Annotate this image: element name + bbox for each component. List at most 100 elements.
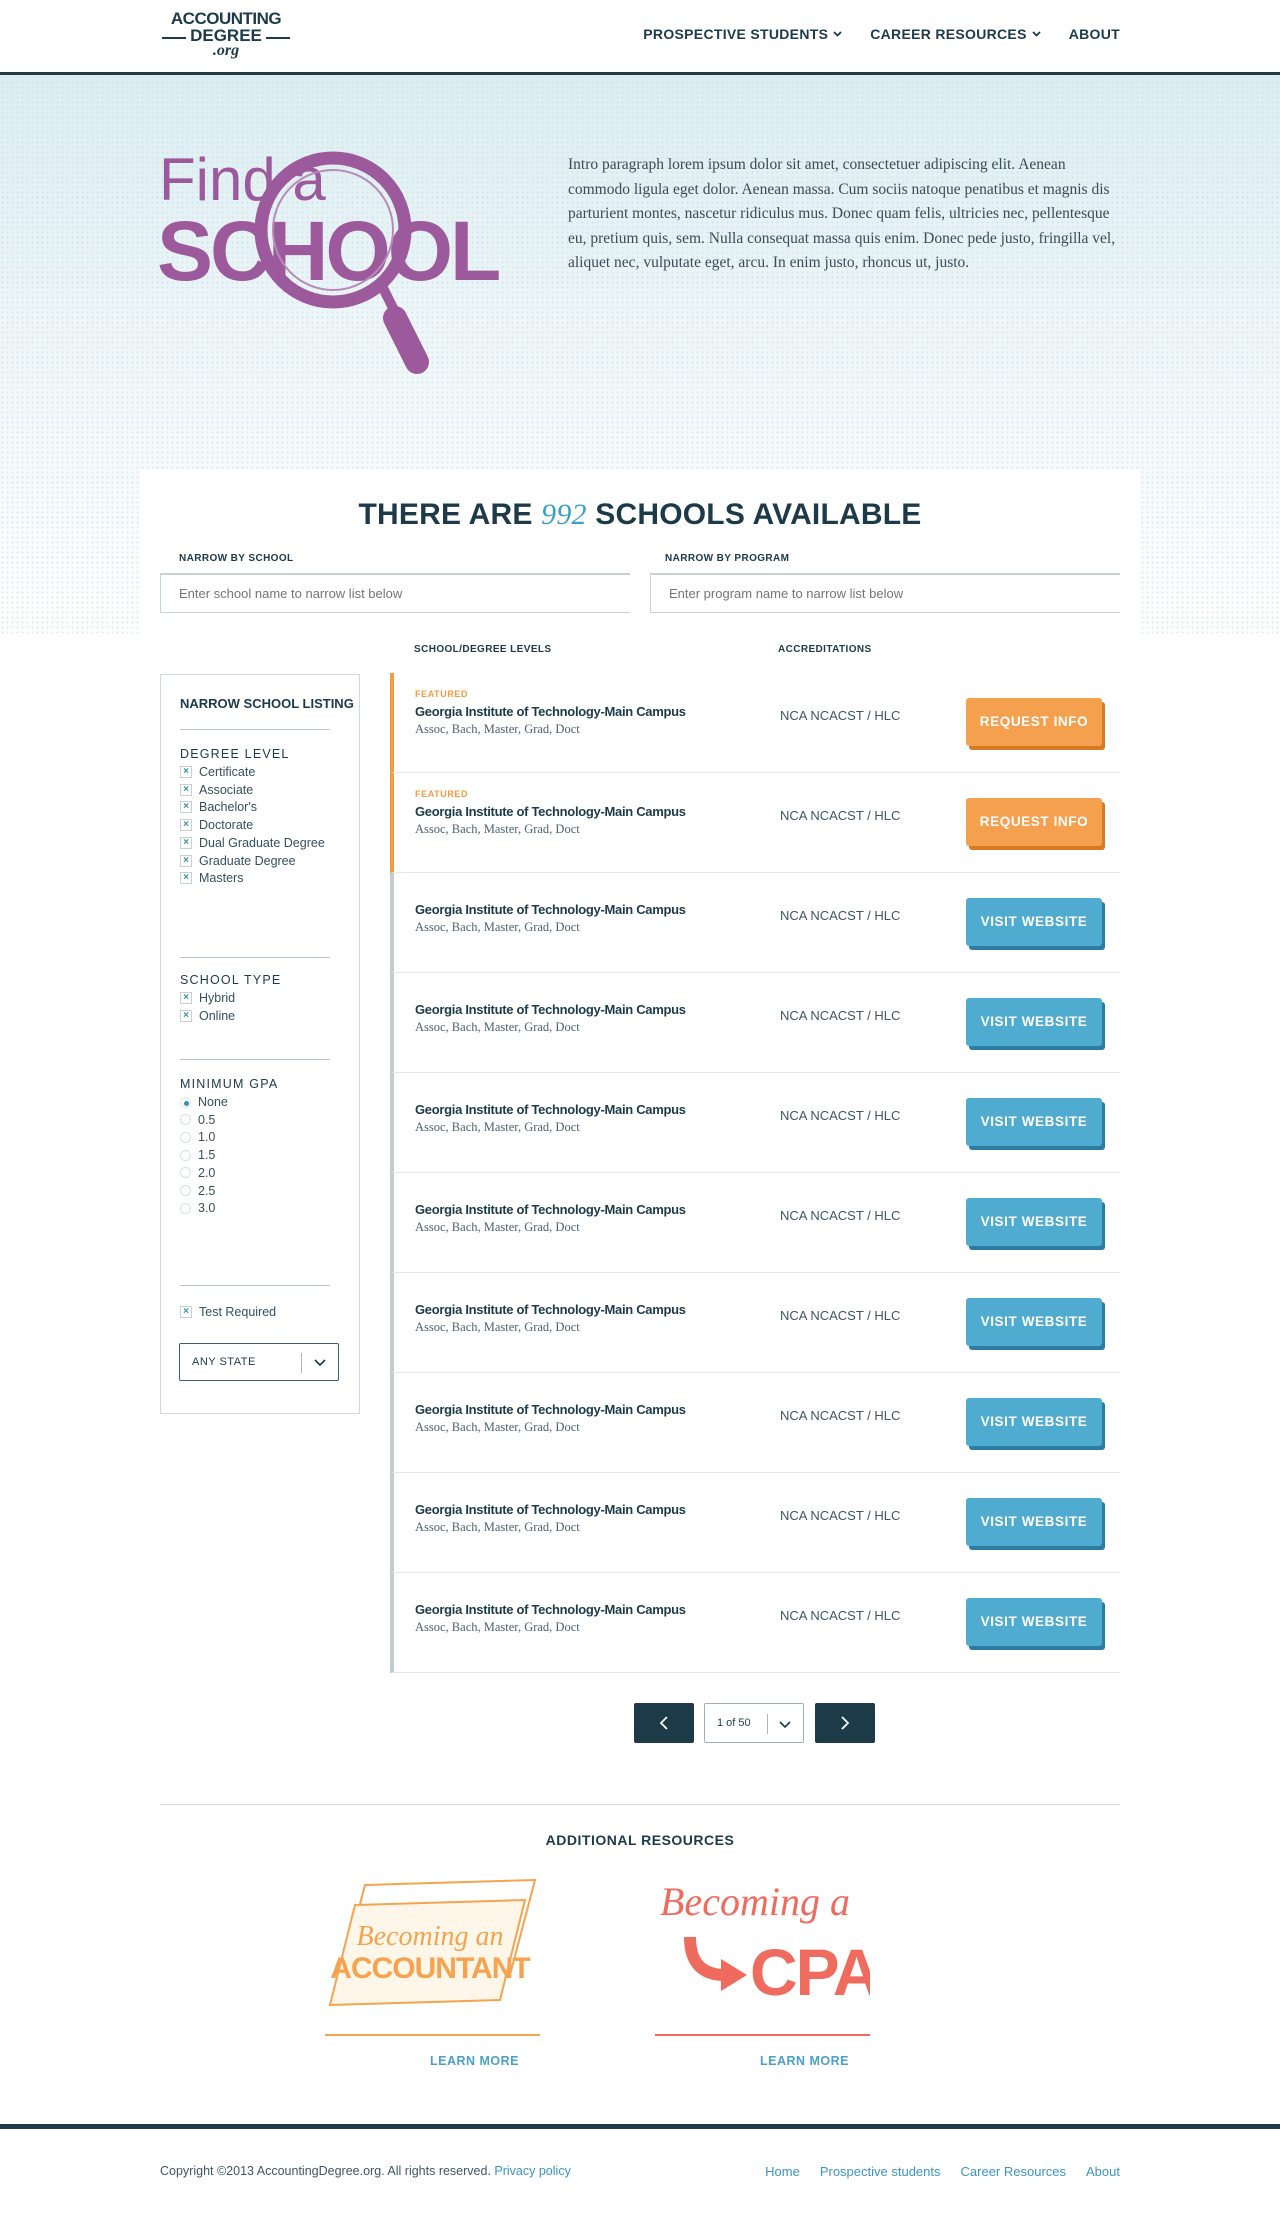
footer-link-career-resources[interactable]: Career Resources [961,2164,1067,2179]
gpa-radio[interactable]: 2.5 [180,1184,215,1198]
checkbox-check-icon: × [180,1306,192,1318]
radio-indicator [180,1185,191,1196]
filter-checkbox[interactable]: × Hybrid [180,991,235,1005]
divider [180,1285,330,1286]
footer-link-about[interactable]: About [1086,2164,1120,2179]
request-info-button[interactable]: REQUEST INFO [966,798,1102,846]
degree-levels: Assoc, Bach, Master, Grad, Doct [415,1520,580,1534]
filter-checkbox[interactable]: × Graduate Degree [180,854,296,868]
school-name[interactable]: Georgia Institute of Technology-Main Cam… [415,704,686,719]
school-name[interactable]: Georgia Institute of Technology-Main Cam… [415,1502,686,1517]
gpa-radio[interactable]: 3.0 [180,1201,215,1215]
checkbox-check-icon: × [180,854,192,867]
option-label: 2.0 [198,1165,216,1180]
option-label: None [198,1095,228,1109]
prev-page-button[interactable] [634,1703,694,1743]
narrow-school-input[interactable] [160,573,630,613]
radio-indicator [180,1096,191,1108]
gpa-radio[interactable]: 1.0 [180,1130,215,1144]
state-select[interactable]: ANY STATE [179,1343,339,1381]
minimum-gpa-heading: MINIMUM GPA [180,1077,279,1091]
footer-link-prospective-students[interactable]: Prospective students [820,2164,941,2179]
visit-website-button[interactable]: VISIT WEBSITE [966,998,1102,1046]
next-page-button[interactable] [815,1703,875,1743]
filter-sidebar: NARROW SCHOOL LISTING DEGREE LEVEL × Cert… [160,674,360,1414]
schools-count-title: THERE ARE 992 SCHOOLS AVAILABLE [140,498,1140,532]
filter-checkbox[interactable]: × Masters [180,871,243,885]
checkbox-check-icon: × [180,801,192,814]
option-label: Bachelor's [199,800,257,815]
visit-website-button[interactable]: VISIT WEBSITE [966,1198,1102,1246]
school-row: Georgia Institute of Technology-Main Cam… [390,1173,1120,1273]
becoming-accountant-graphic[interactable]: Becoming an ACCOUNTANT [325,1875,540,2045]
copyright-text: Copyright ©2013 AccountingDegree.org. Al… [160,2164,491,2178]
arrow-head [721,1959,747,1991]
visit-website-button[interactable]: VISIT WEBSITE [966,1598,1102,1646]
school-row: Georgia Institute of Technology-Main Cam… [390,1073,1120,1173]
nav-prospective-students[interactable]: PROSPECTIVE STUDENTS [643,26,842,42]
gpa-radio[interactable]: None [180,1095,228,1109]
school-name[interactable]: Georgia Institute of Technology-Main Cam… [415,1302,686,1317]
card-line2: ACCOUNTANT [330,1952,530,1985]
filter-checkbox[interactable]: × Bachelor's [180,800,257,814]
filter-checkbox[interactable]: × Online [180,1009,235,1023]
becoming-cpa-graphic[interactable]: Becoming a CPA [655,1875,870,2045]
hero-title-line2: SCHOOL [157,204,499,298]
col-accreditations-header: ACCREDITATIONS [778,644,872,655]
option-label: 3.0 [198,1201,216,1216]
learn-more-link-cpa[interactable]: LEARN MORE [697,2054,912,2068]
nav-about[interactable]: ABOUT [1069,26,1120,42]
accreditation: NCA NCACST / HLC [780,1408,901,1423]
school-type-heading: SCHOOL TYPE [180,973,282,987]
visit-website-button[interactable]: VISIT WEBSITE [966,1098,1102,1146]
accreditation: NCA NCACST / HLC [780,1608,901,1623]
request-info-button[interactable]: REQUEST INFO [966,698,1102,746]
divider [180,957,330,958]
degree-levels: Assoc, Bach, Master, Grad, Doct [415,1320,580,1334]
nav-label: ABOUT [1068,26,1120,42]
find-a-school-illustration: Find a SCHOOL [157,146,502,374]
nav-career-resources[interactable]: CAREER RESOURCES [870,26,1041,42]
divider [160,1804,1120,1805]
filter-checkbox[interactable]: × Dual Graduate Degree [180,836,325,850]
option-label: 1.5 [198,1148,216,1163]
page-select[interactable]: 1 of 50 [704,1703,804,1743]
option-label: Graduate Degree [199,853,296,868]
filter-checkbox[interactable]: × Doctorate [180,818,253,832]
test-required-checkbox[interactable]: × Test Required [180,1305,276,1319]
privacy-policy-link[interactable]: Privacy policy [494,2164,570,2178]
footer-bar [0,2124,1280,2129]
card-underline [325,2034,540,2036]
visit-website-button[interactable]: VISIT WEBSITE [966,1498,1102,1546]
radio-indicator [180,1202,191,1214]
site-logo[interactable]: ACCOUNTING DEGREE .org [160,10,292,62]
degree-levels: Assoc, Bach, Master, Grad, Doct [415,1220,580,1234]
school-name[interactable]: Georgia Institute of Technology-Main Cam… [415,902,686,917]
main-nav: PROSPECTIVE STUDENTS CAREER RESOURCES AB… [643,26,1120,42]
visit-website-button[interactable]: VISIT WEBSITE [966,1298,1102,1346]
school-name[interactable]: Georgia Institute of Technology-Main Cam… [415,1202,686,1217]
site-header: ACCOUNTING DEGREE .org PROSPECTIVE STUDE… [0,0,1280,75]
filter-checkbox[interactable]: × Certificate [180,765,255,779]
school-name[interactable]: Georgia Institute of Technology-Main Cam… [415,1102,686,1117]
degree-level-heading: DEGREE LEVEL [180,747,290,761]
featured-badge: FEATURED [415,789,469,799]
filter-checkbox[interactable]: × Associate [180,783,253,797]
narrow-program-input[interactable] [650,573,1120,613]
visit-website-button[interactable]: VISIT WEBSITE [966,1398,1102,1446]
footer-link-home[interactable]: Home [765,2164,800,2179]
school-name[interactable]: Georgia Institute of Technology-Main Cam… [415,804,686,819]
learn-more-link-accountant[interactable]: LEARN MORE [367,2054,582,2068]
nav-label: PROSPECTIVE STUDENTS [643,26,829,42]
hero-intro: Intro paragraph lorem ipsum dolor sit am… [568,156,1116,271]
school-name[interactable]: Georgia Institute of Technology-Main Cam… [415,1002,686,1017]
checkbox-check-icon: × [180,783,192,796]
page-select-value: 1 of 50 [717,1717,751,1729]
accreditation: NCA NCACST / HLC [780,1008,901,1023]
school-name[interactable]: Georgia Institute of Technology-Main Cam… [415,1402,686,1417]
gpa-radio[interactable]: 2.0 [180,1166,215,1180]
school-name[interactable]: Georgia Institute of Technology-Main Cam… [415,1602,686,1617]
gpa-radio[interactable]: 1.5 [180,1148,215,1162]
gpa-radio[interactable]: 0.5 [180,1113,215,1127]
visit-website-button[interactable]: VISIT WEBSITE [966,898,1102,946]
